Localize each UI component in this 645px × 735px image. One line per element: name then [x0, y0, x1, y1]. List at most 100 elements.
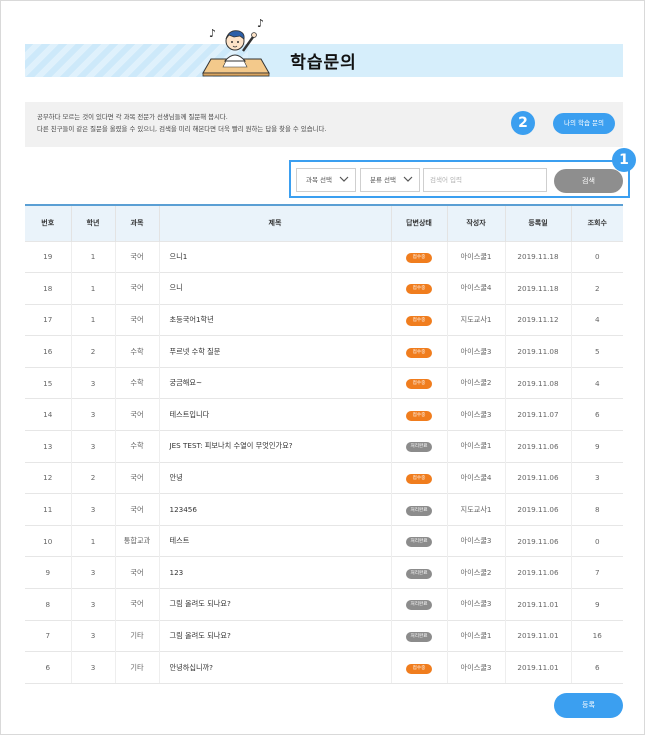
category-select[interactable]: 분류 선택: [360, 168, 420, 192]
cell-status: 처리완료: [390, 588, 447, 621]
cell-grade: 3: [70, 366, 115, 399]
cell-status: 처리완료: [390, 493, 447, 526]
cell-status: 접수중: [390, 303, 447, 336]
cell-grade: 1: [70, 303, 115, 336]
cell-title[interactable]: 초등국어1학년: [158, 303, 391, 336]
column-header-number: 번호: [41, 219, 55, 228]
cell-views: 2: [570, 272, 623, 305]
cell-title[interactable]: 123456: [158, 493, 391, 526]
cell-views: 6: [570, 398, 623, 431]
status-badge: 처리완료: [406, 505, 432, 516]
table-row: 14 3 국어 테스트입니다 접수중 아이스쿨3 2019.11.07 6: [25, 398, 623, 431]
column-header-date: 등록일: [504, 206, 571, 241]
cell-title[interactable]: 으니1: [158, 240, 391, 273]
page-title: 학습문의: [290, 53, 357, 73]
cell-title[interactable]: 테스트: [158, 524, 391, 557]
cell-title[interactable]: 그림 올려도 되나요?: [158, 588, 391, 621]
cell-grade: 1: [70, 524, 115, 557]
cell-date: 2019.11.06: [504, 430, 571, 463]
cell-author: 아이스쿨3: [446, 524, 505, 557]
cell-author: 아이스쿨3: [446, 651, 505, 684]
register-button[interactable]: 등록: [554, 693, 623, 718]
table-row: 6 3 기타 안녕하십니까? 접수중 아이스쿨3 2019.11.01 6: [25, 651, 623, 684]
table-row: 9 3 국어 123 처리완료 아이스쿨2 2019.11.06 7: [25, 556, 623, 589]
cell-author: 아이스쿨3: [446, 398, 505, 431]
cell-status: 접수중: [390, 335, 447, 368]
cell-views: 9: [570, 430, 623, 463]
status-badge: 처리완료: [406, 537, 432, 548]
cell-grade: 3: [70, 588, 115, 621]
cell-grade: 3: [70, 398, 115, 431]
cell-views: 0: [570, 524, 623, 557]
subject-select[interactable]: 과목 선택: [296, 168, 356, 192]
cell-subject: 수학: [114, 366, 159, 399]
cell-author: 아이스쿨1: [446, 240, 505, 273]
cell-subject: 국어: [114, 588, 159, 621]
cell-title[interactable]: 그림 올려도 되나요?: [158, 619, 391, 652]
cell-date: 2019.11.01: [504, 651, 571, 684]
cell-author: 지도교사1: [446, 493, 505, 526]
search-button[interactable]: 검색: [554, 169, 623, 193]
cell-subject: 기타: [114, 651, 159, 684]
cell-grade: 3: [70, 619, 115, 652]
column-header-grade: 학년: [70, 206, 115, 241]
cell-status: 접수중: [390, 651, 447, 684]
cell-number: 11: [25, 493, 71, 526]
cell-title[interactable]: 123: [158, 556, 391, 589]
cell-title[interactable]: 궁금해요~: [158, 366, 391, 399]
table-row: 18 1 국어 으니 접수중 아이스쿨4 2019.11.18 2: [25, 272, 623, 305]
cell-author: 아이스쿨4: [446, 272, 505, 305]
cell-title[interactable]: 푸르넷 수학 질문: [158, 335, 391, 368]
status-badge: 접수중: [406, 252, 432, 263]
cell-author: 아이스쿨1: [446, 430, 505, 463]
cell-subject: 국어: [114, 493, 159, 526]
cell-subject: 국어: [114, 461, 159, 494]
status-badge: 처리완료: [406, 442, 432, 453]
cell-status: 접수중: [390, 240, 447, 273]
cell-views: 9: [570, 588, 623, 621]
cell-subject: 수학: [114, 335, 159, 368]
cell-title[interactable]: 테스트입니다: [158, 398, 391, 431]
cell-status: 접수중: [390, 272, 447, 305]
chevron-down-icon: [339, 176, 349, 182]
cell-grade: 1: [70, 272, 115, 305]
cell-subject: 수학: [114, 430, 159, 463]
status-badge: 처리완료: [406, 568, 432, 579]
cell-grade: 3: [70, 493, 115, 526]
status-badge: 접수중: [406, 347, 432, 358]
cell-views: 4: [570, 303, 623, 336]
table-row: 11 3 국어 123456 처리완료 지도교사1 2019.11.06 8: [25, 493, 623, 526]
step-badge-1: 1: [612, 148, 636, 172]
page: ♪ ♪ 학습문의 공부하다 모르는 것이 있다면 각 과목 전문가 선생님들께 …: [0, 0, 645, 735]
cell-status: 처리완료: [390, 524, 447, 557]
cell-views: 16: [570, 619, 623, 652]
cell-date: 2019.11.06: [504, 524, 571, 557]
cell-number: 19: [25, 240, 71, 273]
cell-author: 아이스쿨3: [446, 588, 505, 621]
cell-author: 아이스쿨4: [446, 461, 505, 494]
cell-title[interactable]: 안녕하십니까?: [158, 651, 391, 684]
info-text-line-1: 공부하다 모르는 것이 있다면 각 과목 전문가 선생님들께 질문해 봅시다.: [37, 113, 228, 121]
cell-subject: 국어: [114, 240, 159, 273]
status-badge: 접수중: [406, 410, 432, 421]
cell-author: 지도교사1: [446, 303, 505, 336]
column-header-status: 답변상태: [390, 206, 447, 241]
cell-subject: 국어: [114, 303, 159, 336]
cell-number: 10: [25, 524, 71, 557]
cell-date: 2019.11.07: [504, 398, 571, 431]
subject-select-value: 과목 선택: [306, 176, 332, 184]
question-table: 번호 학년 과목 제목 답변상태 작성자 등록일 조회수 19 1 국어 으니1 접수중…: [25, 206, 623, 684]
cell-title[interactable]: 안녕: [158, 461, 391, 494]
step-badge-2: 2: [511, 111, 535, 135]
cell-title[interactable]: 으니: [158, 272, 391, 305]
cell-title[interactable]: JES TEST: 피보나치 수열이 무엇인가요?: [158, 430, 391, 463]
my-questions-button[interactable]: 나의 학습 문의: [553, 113, 615, 134]
table-row: 10 1 통합교과 테스트 처리완료 아이스쿨3 2019.11.06 0: [25, 524, 623, 557]
column-header-views: 조회수: [570, 206, 623, 241]
keyword-input[interactable]: [423, 168, 547, 192]
cell-grade: 3: [70, 430, 115, 463]
cell-views: 4: [570, 366, 623, 399]
cell-subject: 통합교과: [114, 524, 159, 557]
cell-number: 14: [25, 398, 71, 431]
category-select-value: 분류 선택: [370, 176, 396, 184]
